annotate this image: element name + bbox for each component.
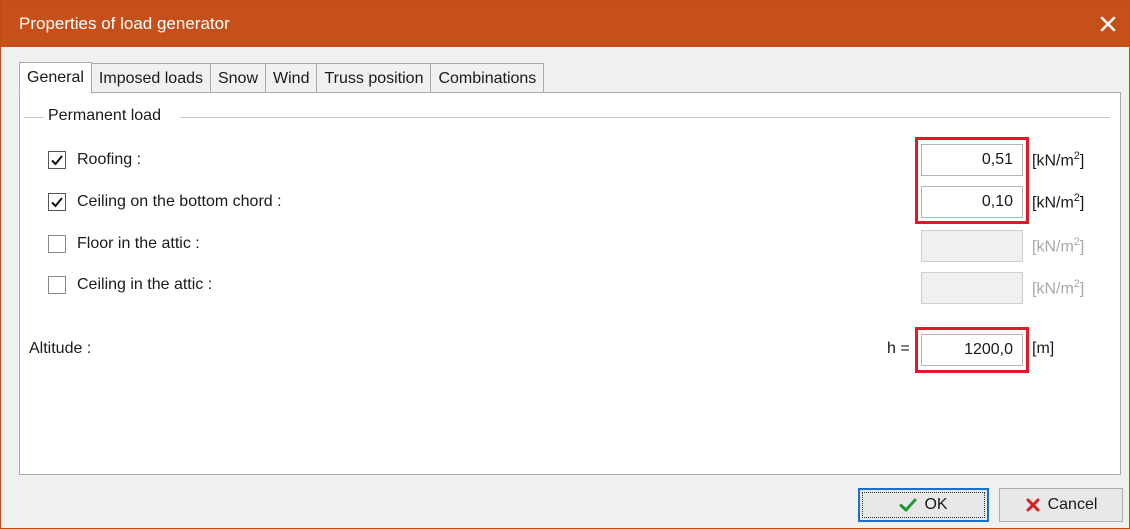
cancel-button-label: Cancel [1047,496,1098,513]
highlight-frame-permanent-loads [915,137,1029,224]
floor-attic-checkbox[interactable] [48,235,66,253]
roofing-checkbox[interactable] [48,151,66,169]
group-divider [180,117,1110,118]
checkmark-icon [899,497,917,513]
floor-attic-label: Floor in the attic : [77,235,200,252]
ceiling-bottom-chord-checkbox[interactable] [48,193,66,211]
altitude-symbol: h = [887,340,910,357]
roofing-unit: [kN/m2] [1032,150,1085,170]
tab-wind[interactable]: Wind [266,63,318,93]
close-button[interactable] [1091,7,1125,41]
cancel-button[interactable]: Cancel [999,488,1123,522]
altitude-label: Altitude : [29,340,92,357]
tab-imposed-loads[interactable]: Imposed loads [91,63,211,93]
ceiling-bottom-chord-label: Ceiling on the bottom chord : [77,193,282,210]
highlight-frame-altitude [915,327,1029,373]
altitude-unit: [m] [1032,340,1055,357]
tab-truss-position[interactable]: Truss position [317,63,432,93]
floor-attic-value-field [921,230,1023,262]
ceiling-bottom-chord-unit: [kN/m2] [1032,192,1085,212]
ok-button[interactable]: OK [858,488,989,522]
ceiling-attic-checkbox[interactable] [48,276,66,294]
ceiling-attic-row: Ceiling in the attic : [48,272,212,298]
floor-attic-row: Floor in the attic : [48,231,200,257]
tab-general[interactable]: General [19,62,92,94]
roofing-row: Roofing : [48,147,141,173]
checkmark-icon [51,197,63,208]
tab-combinations[interactable]: Combinations [431,63,545,93]
roofing-label: Roofing : [77,151,142,168]
ceiling-attic-value-field [921,272,1023,304]
ok-button-label: OK [924,496,948,513]
group-divider [24,117,44,118]
tab-snow[interactable]: Snow [210,63,267,93]
checkmark-icon [51,155,63,166]
close-icon [1100,16,1116,32]
title-bar: Properties of load generator [1,1,1129,47]
window-title: Properties of load generator [19,14,230,33]
ceiling-bottom-chord-row: Ceiling on the bottom chord : [48,189,282,215]
cross-icon [1025,497,1041,513]
ceiling-attic-unit: [kN/m2] [1032,278,1085,298]
permanent-load-group-label: Permanent load [48,107,161,124]
tab-bar: General Imposed loads Snow Wind Truss po… [19,62,545,94]
load-generator-dialog: Properties of load generator General Imp… [0,0,1130,529]
general-panel: Permanent load Roofing : 0,51 [kN/m2] Ce… [19,92,1121,475]
floor-attic-unit: [kN/m2] [1032,236,1085,256]
ceiling-attic-label: Ceiling in the attic : [77,276,213,293]
